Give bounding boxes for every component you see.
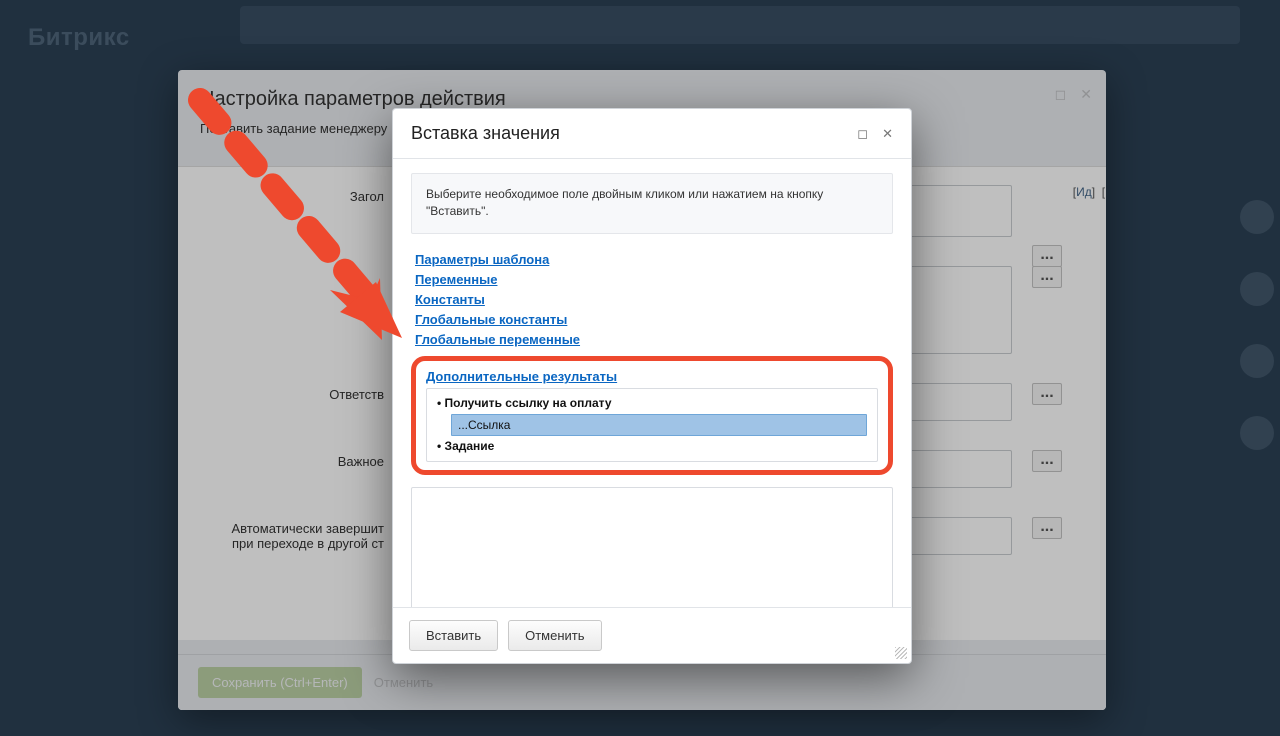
insert-value-button[interactable]: ... — [1032, 245, 1062, 267]
label-description: Опис — [200, 266, 392, 317]
close-icon[interactable]: ✕ — [882, 126, 893, 142]
insert-value-button[interactable]: ... — [1032, 383, 1062, 405]
cat-constants[interactable]: Константы — [415, 292, 485, 307]
tree-item-link-child[interactable]: ...Ссылка — [451, 414, 867, 436]
right-edge-blur — [1240, 200, 1274, 450]
insert-value-button[interactable]: ... — [1032, 450, 1062, 472]
insert-value-dialog: Вставка значения ◻ ✕ Выберите необходимо… — [392, 108, 912, 664]
help-text: Выберите необходимое поле двойным кликом… — [411, 173, 893, 234]
label-responsible: Ответств — [200, 383, 392, 402]
results-tree: Получить ссылку на оплату ...Ссылка Зада… — [426, 388, 878, 461]
cancel-button[interactable]: Отменить — [508, 620, 601, 651]
hint-links: [Ид] [Комментарий] — [1073, 185, 1106, 199]
additional-results-header[interactable]: Дополнительные результаты — [426, 369, 878, 384]
app-logo: Битрикс — [28, 24, 130, 52]
label-important: Важное — [200, 450, 392, 469]
cancel-button[interactable]: Отменить — [374, 675, 433, 690]
resize-grip-icon[interactable] — [895, 647, 907, 659]
hint-id-link[interactable]: Ид — [1076, 185, 1092, 199]
cat-variables[interactable]: Переменные — [415, 272, 497, 287]
tree-item-payment-link[interactable]: Получить ссылку на оплату ...Ссылка — [437, 393, 867, 436]
cat-template-params[interactable]: Параметры шаблона — [415, 252, 549, 267]
insert-dialog-footer: Вставить Отменить — [393, 607, 911, 663]
tree-item-task[interactable]: Задание — [437, 436, 867, 456]
label-title: Загол — [200, 185, 392, 204]
maximize-icon[interactable]: ◻ — [857, 126, 868, 142]
maximize-icon[interactable]: ◻ — [1055, 86, 1067, 103]
insert-value-button[interactable]: ... — [1032, 266, 1062, 288]
hint-comment-link[interactable]: Комментарий — [1105, 185, 1106, 199]
cat-global-vars[interactable]: Глобальные переменные — [415, 332, 580, 347]
close-icon[interactable]: ✕ — [1080, 86, 1092, 103]
category-list: Параметры шаблона Переменные Константы Г… — [411, 250, 893, 351]
label-autocomplete: Автоматически завершит при переходе в др… — [200, 517, 392, 551]
insert-button[interactable]: Вставить — [409, 620, 498, 651]
additional-results-highlight: Дополнительные результаты Получить ссылк… — [411, 356, 893, 474]
top-strip — [240, 6, 1240, 44]
preview-area[interactable] — [411, 487, 893, 607]
insert-value-button[interactable]: ... — [1032, 517, 1062, 539]
save-button[interactable]: Сохранить (Ctrl+Enter) — [198, 667, 362, 698]
cat-global-const[interactable]: Глобальные константы — [415, 312, 567, 327]
insert-dialog-title: Вставка значения — [411, 123, 857, 144]
